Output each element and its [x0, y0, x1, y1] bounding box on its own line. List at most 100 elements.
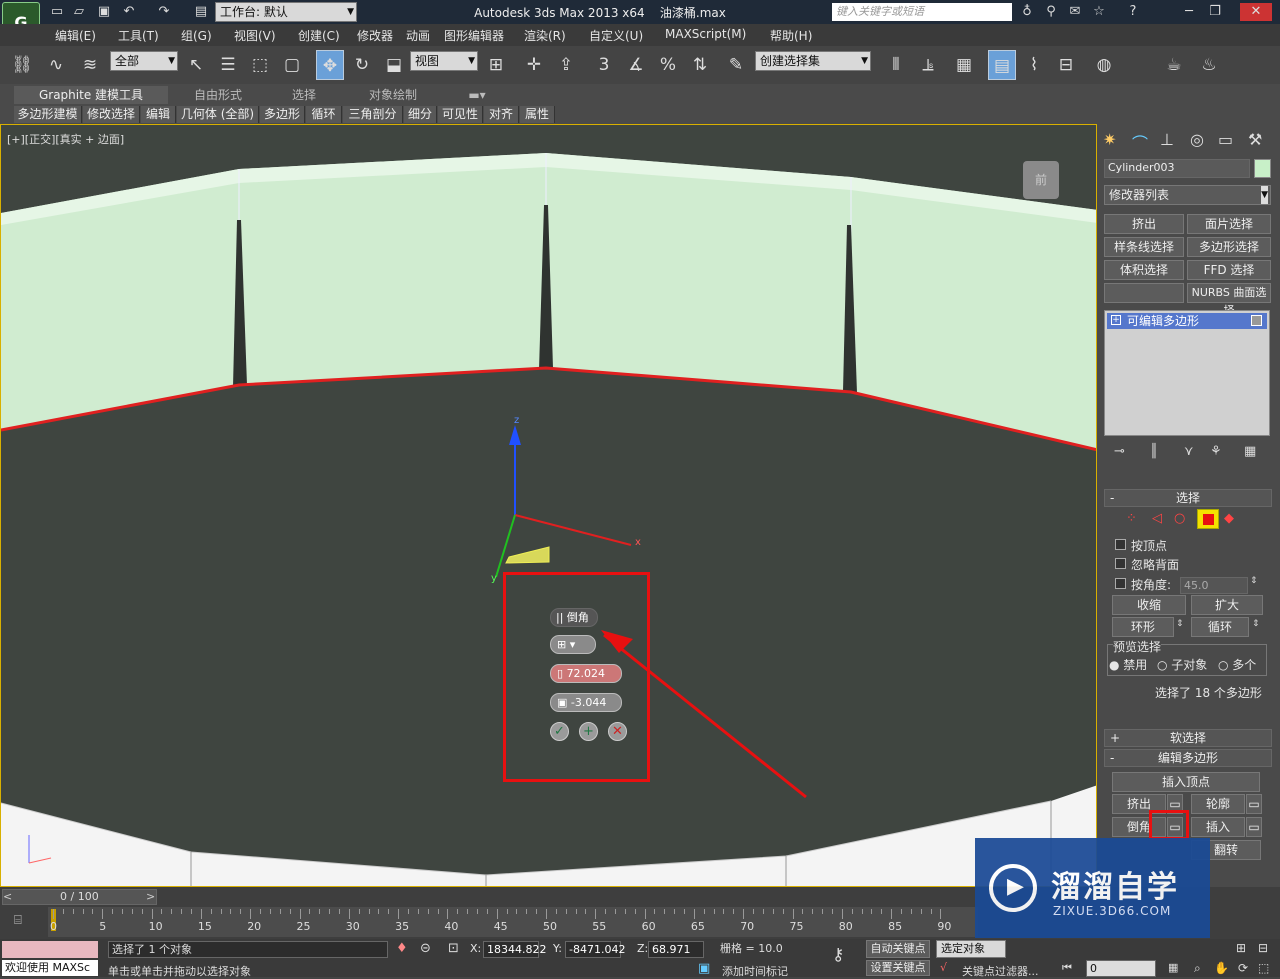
stack-item-editable-poly[interactable]: 可编辑多边形 [1107, 313, 1267, 329]
window-crossing-icon[interactable]: ▢ [278, 50, 306, 80]
mod-empty-button[interactable] [1104, 283, 1184, 303]
modifier-stack[interactable]: 可编辑多边形 + [1104, 310, 1270, 436]
zoom-icon[interactable]: ⌕ [1194, 961, 1201, 976]
bind-space-warp-icon[interactable]: ≋ [76, 50, 104, 80]
ribbon-options-icon[interactable]: ▬▾ [462, 86, 492, 104]
binoculars-icon[interactable]: ♁ [1018, 3, 1036, 21]
ribbon-polygon[interactable]: 多边形 [260, 106, 305, 123]
material-editor-icon[interactable]: ◍ [1090, 50, 1118, 80]
mini-curve-icon[interactable]: ⌸ [14, 913, 22, 928]
maximize-viewport-icon[interactable]: ⬚ [1258, 961, 1269, 975]
mod-vol-select-button[interactable]: 体积选择 [1104, 260, 1184, 280]
close-icon[interactable]: ✕ [1240, 3, 1272, 21]
restore-icon[interactable]: ❐ [1206, 3, 1224, 21]
make-unique-icon[interactable]: ⋎ [1184, 444, 1194, 459]
inset-button[interactable]: 插入 [1191, 817, 1245, 837]
absolute-mode-icon[interactable]: ⊡ [448, 941, 459, 956]
menu-modifiers[interactable]: 修改器 [357, 27, 393, 44]
layer-manager-icon[interactable]: ▦ [950, 50, 978, 80]
ribbon-polygon-modeling[interactable]: 多边形建模 [14, 106, 82, 123]
isolate-icon[interactable]: ♦ [396, 941, 408, 956]
rect-selection-icon[interactable]: ⬚ [246, 50, 274, 80]
ribbon-edit[interactable]: 编辑 [141, 106, 176, 123]
lock-icon[interactable]: ⊝ [420, 941, 431, 956]
minimize-icon[interactable]: ─ [1180, 3, 1198, 21]
preview-disable-radio[interactable]: ● 禁用 [1109, 656, 1147, 673]
caddy-apply-icon[interactable]: + [579, 722, 598, 741]
spinner-snap-icon[interactable]: ⇅ [686, 50, 714, 80]
menu-help[interactable]: 帮助(H) [770, 27, 812, 44]
show-end-result-icon[interactable]: ║ [1150, 444, 1158, 459]
display-tab-icon[interactable]: ▭ [1218, 130, 1233, 149]
caddy-ok-icon[interactable]: ✓ [550, 722, 569, 741]
rollout-soft-selection-header[interactable]: + 软选择 [1104, 729, 1272, 747]
pan-icon[interactable]: ✋ [1214, 961, 1229, 975]
remove-modifier-icon[interactable]: ⚘ [1210, 444, 1222, 459]
menu-graph-editors[interactable]: 图形编辑器 [444, 27, 504, 44]
by-vertex-checkbox[interactable] [1115, 539, 1126, 550]
named-selection-dropdown[interactable]: 创建选择集 ▼ [755, 51, 871, 71]
zoom-all-icon[interactable]: ⊟ [1258, 941, 1268, 955]
graphite-toggle-icon[interactable]: ▤ [988, 50, 1016, 80]
caddy-height-field[interactable]: ▯ 72.024 [550, 664, 622, 683]
preview-subobj-radio[interactable]: ○ 子对象 [1157, 656, 1207, 673]
selection-set-dropdown[interactable]: 选定对象 [936, 940, 1006, 958]
edge-mode-icon[interactable]: ◁ [1152, 511, 1162, 526]
stack-expand-icon[interactable]: + [1111, 315, 1121, 325]
angle-snap-icon[interactable]: ∡ [622, 50, 650, 80]
ribbon-loops[interactable]: 循环 [306, 106, 342, 123]
select-scale-icon[interactable]: ⬓ [380, 50, 408, 80]
polygon-mode-icon[interactable] [1197, 509, 1219, 529]
favorites-icon[interactable]: ☆ [1090, 3, 1108, 21]
vertex-mode-icon[interactable]: ⁘ [1126, 511, 1137, 526]
menu-tools[interactable]: 工具(T) [118, 27, 159, 44]
loop-button[interactable]: 循环 [1191, 617, 1249, 637]
element-mode-icon[interactable]: ◆ [1224, 511, 1234, 526]
tab-graphite[interactable]: Graphite 建模工具 [14, 86, 168, 104]
gizmo-x-axis[interactable] [514, 514, 632, 546]
ring-spinner[interactable]: ⇕ [1176, 619, 1184, 629]
zoom-extents-icon[interactable]: ⊞ [1236, 941, 1246, 955]
inset-settings-icon[interactable]: ▭ [1246, 817, 1262, 837]
save-icon[interactable]: ▣ [95, 3, 113, 21]
caddy-cancel-icon[interactable]: ✕ [608, 722, 627, 741]
ring-button[interactable]: 环形 [1112, 617, 1174, 637]
angle-spinner[interactable]: ⇕ [1250, 576, 1258, 586]
schematic-view-icon[interactable]: ⊟ [1052, 50, 1080, 80]
ribbon-visibility[interactable]: 可见性 [438, 106, 483, 123]
auto-key-button[interactable]: 自动关键点 [866, 940, 930, 958]
link-icon[interactable]: ⛓ [8, 50, 36, 80]
new-icon[interactable]: ▭ [48, 3, 66, 21]
workspace-dropdown[interactable]: 工作台: 默认 ▼ [215, 2, 357, 22]
unlink-icon[interactable]: ∿ [42, 50, 70, 80]
time-config-icon[interactable]: ▦ [1168, 961, 1178, 974]
tab-selection[interactable]: 选择 [268, 86, 340, 104]
ref-coord-dropdown[interactable]: 视图 ▼ [410, 51, 478, 71]
mod-poly-select-button[interactable]: 多边形选择 [1187, 237, 1271, 257]
current-frame-field[interactable]: 0 [1086, 960, 1156, 977]
tab-freeform[interactable]: 自由形式 [178, 86, 258, 104]
outline-settings-icon[interactable]: ▭ [1246, 794, 1262, 814]
outline-button[interactable]: 轮廓 [1191, 794, 1245, 814]
menu-rendering[interactable]: 渲染(R) [524, 27, 566, 44]
mod-spline-select-button[interactable]: 样条线选择 [1104, 237, 1184, 257]
select-rotate-icon[interactable]: ↻ [348, 50, 376, 80]
mod-nurbs-select-button[interactable]: NURBS 曲面选择 [1187, 283, 1271, 317]
orbit-icon[interactable]: ⟳ [1238, 961, 1248, 975]
curve-editor-icon[interactable]: ⌇ [1020, 50, 1048, 80]
project-icon[interactable]: ▤ [192, 3, 210, 21]
render-icon[interactable]: ♨ [1195, 50, 1223, 80]
help-icon[interactable]: ? [1124, 3, 1142, 21]
stack-toggle-icon[interactable] [1251, 315, 1262, 326]
ribbon-subdivision[interactable]: 细分 [404, 106, 437, 123]
goto-start-icon[interactable]: ⏮ [1062, 961, 1072, 975]
ignore-back-checkbox[interactable] [1115, 558, 1126, 569]
modify-tab-icon[interactable]: ⌒ [1132, 130, 1148, 154]
menu-group[interactable]: 组(G) [181, 27, 212, 44]
ribbon-properties[interactable]: 属性 [520, 106, 555, 123]
menu-customize[interactable]: 自定义(U) [589, 27, 643, 44]
mirror-icon[interactable]: ⫴ [882, 50, 910, 80]
render-setup-icon[interactable]: ☕ [1160, 50, 1188, 80]
tab-object-paint[interactable]: 对象绘制 [350, 86, 436, 104]
set-key-button[interactable]: 设置关键点 [866, 960, 930, 976]
